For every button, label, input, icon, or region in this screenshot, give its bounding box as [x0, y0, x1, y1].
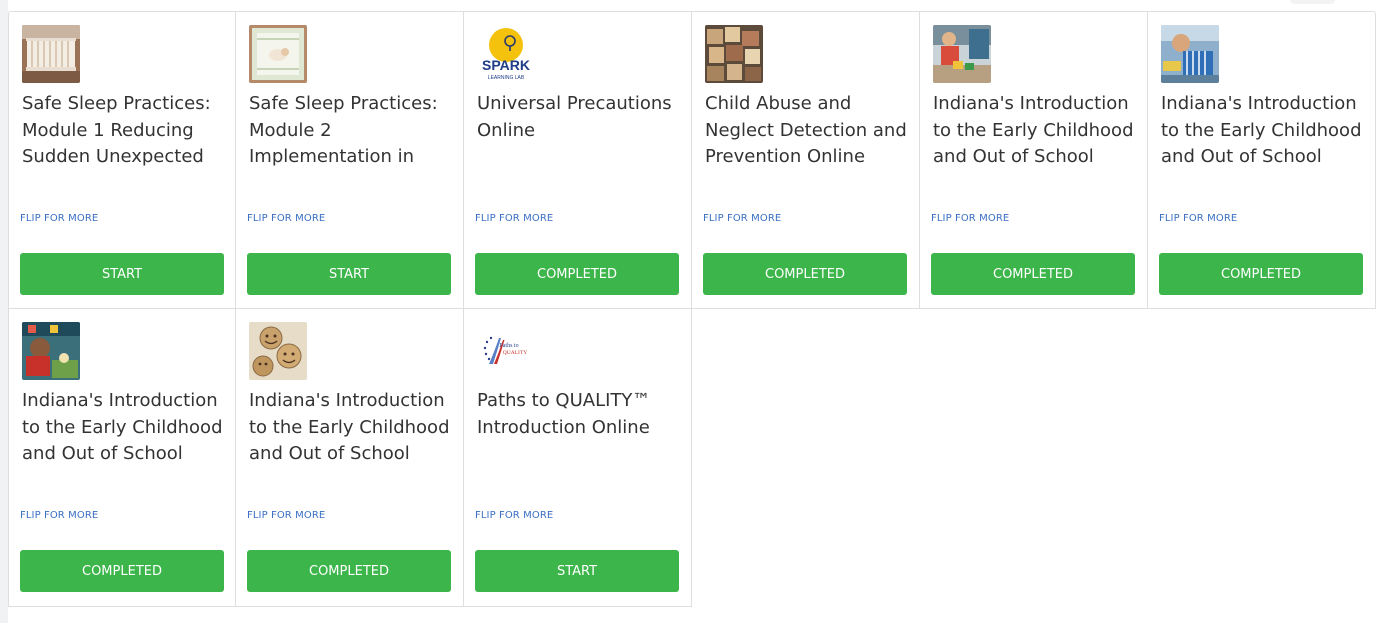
smiley-cookies-photo-icon: [249, 322, 307, 380]
course-title: Indiana's Introduction to the Early Chil…: [249, 390, 450, 464]
completed-button[interactable]: COMPLETED: [931, 253, 1135, 295]
completed-button[interactable]: COMPLETED: [247, 550, 451, 592]
completed-button[interactable]: COMPLETED: [1159, 253, 1363, 295]
course-title: Safe Sleep Practices: Module 1 Reducing …: [22, 93, 211, 167]
completed-button[interactable]: COMPLETED: [475, 253, 679, 295]
course-card: Safe Sleep Practices: Module 1 Reducing …: [8, 11, 236, 309]
flip-for-more-link[interactable]: FLIP FOR MORE: [20, 213, 98, 224]
start-button[interactable]: START: [20, 253, 224, 295]
course-title: Indiana's Introduction to the Early Chil…: [22, 390, 223, 464]
course-card: Indiana's Introduction to the Early Chil…: [236, 309, 464, 607]
start-button[interactable]: START: [475, 550, 679, 592]
alphabet-blocks-photo-icon: [705, 25, 763, 83]
flip-for-more-link[interactable]: FLIP FOR MORE: [931, 213, 1009, 224]
left-scroll-rail: [0, 0, 8, 623]
flip-for-more-link[interactable]: FLIP FOR MORE: [475, 213, 553, 224]
crib-photo-icon: [22, 25, 80, 83]
flip-for-more-link[interactable]: FLIP FOR MORE: [20, 510, 98, 521]
paths-logo-text: Paths to: [499, 343, 518, 349]
course-card: Paths to QUALITY Paths to QUALITY™ Intro…: [464, 309, 692, 607]
completed-button[interactable]: COMPLETED: [20, 550, 224, 592]
course-title: Safe Sleep Practices: Module 2 Implement…: [249, 93, 438, 167]
course-card: Safe Sleep Practices: Module 2 Implement…: [236, 11, 464, 309]
sleeping-infant-photo-icon: [249, 25, 307, 83]
course-card: Indiana's Introduction to the Early Chil…: [1148, 11, 1376, 309]
spark-logo-text: SPARK: [482, 57, 530, 73]
spark-logo-subtext: LEARNING LAB: [488, 75, 525, 81]
course-title: Universal Precautions Online: [477, 93, 672, 141]
flip-for-more-link[interactable]: FLIP FOR MORE: [247, 213, 325, 224]
course-title: Indiana's Introduction to the Early Chil…: [1161, 93, 1362, 167]
spark-learning-lab-logo-icon: SPARK LEARNING LAB: [477, 25, 535, 83]
flip-for-more-link[interactable]: FLIP FOR MORE: [247, 510, 325, 521]
course-card: SPARK LEARNING LAB Universal Precautions…: [464, 11, 692, 309]
course-title: Child Abuse and Neglect Detection and Pr…: [705, 93, 907, 167]
course-title: Paths to QUALITY™ Introduction Online: [477, 390, 651, 438]
course-card: Indiana's Introduction to the Early Chil…: [920, 11, 1148, 309]
course-card: Child Abuse and Neglect Detection and Pr…: [692, 11, 920, 309]
completed-button[interactable]: COMPLETED: [703, 253, 907, 295]
course-grid: Safe Sleep Practices: Module 1 Reducing …: [8, 11, 1376, 607]
paths-to-quality-logo-icon: Paths to QUALITY: [477, 322, 535, 380]
flip-for-more-link[interactable]: FLIP FOR MORE: [1159, 213, 1237, 224]
paths-logo-subtext: QUALITY: [503, 350, 527, 356]
course-card: Indiana's Introduction to the Early Chil…: [8, 309, 236, 607]
child-crafts-photo-icon: [22, 322, 80, 380]
course-title: Indiana's Introduction to the Early Chil…: [933, 93, 1134, 167]
start-button[interactable]: START: [247, 253, 451, 295]
top-edge-tab: [1290, 0, 1335, 4]
classroom-photo-icon: [933, 25, 991, 83]
child-playing-photo-icon: [1161, 25, 1219, 83]
flip-for-more-link[interactable]: FLIP FOR MORE: [703, 213, 781, 224]
flip-for-more-link[interactable]: FLIP FOR MORE: [475, 510, 553, 521]
